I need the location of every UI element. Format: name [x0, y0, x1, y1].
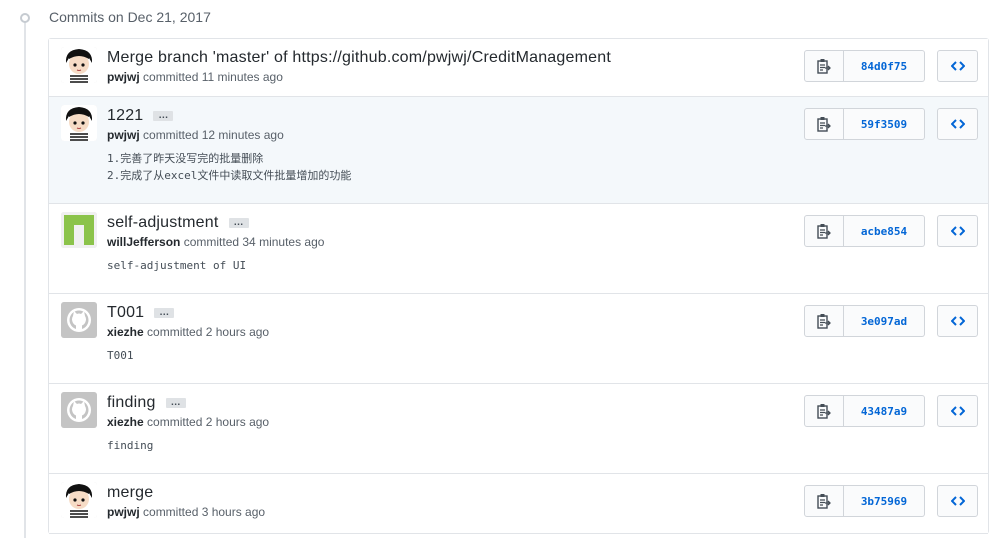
clipboard-icon [817, 223, 831, 239]
sha-link[interactable]: 84d0f75 [844, 50, 925, 82]
expand-description-button[interactable]: … [154, 308, 175, 318]
commit-info: finding … xiezhe committed 2 hours ago find… [107, 394, 788, 454]
commit-list: Merge branch 'master' of https://github.… [48, 38, 989, 534]
clipboard-icon [817, 493, 831, 509]
commit-time: committed 3 hours ago [143, 505, 266, 519]
avatar[interactable] [61, 105, 97, 141]
commit-info: 1221 … pwjwj committed 12 minutes ago 1.完善了… [107, 107, 788, 184]
code-icon [950, 405, 965, 417]
commit-meta: pwjwj committed 12 minutes ago [107, 128, 788, 142]
commit-row: finding … xiezhe committed 2 hours ago find… [49, 384, 988, 474]
commit-message-link[interactable]: 1221 [107, 107, 143, 125]
clipboard-icon [817, 313, 831, 329]
commit-description: finding [107, 439, 154, 452]
sha-button-group: 3b75969 [804, 485, 925, 517]
sha-button-group: acbe854 [804, 215, 925, 247]
commit-title-row: T001 … [107, 304, 788, 322]
commit-message-link[interactable]: T001 [107, 304, 144, 322]
copy-sha-button[interactable] [804, 485, 844, 517]
commit-description: self-adjustment of UI [107, 259, 247, 272]
commit-time: committed 2 hours ago [147, 325, 270, 339]
commit-info: merge pwjwj committed 3 hours ago [107, 484, 788, 519]
commit-time: committed 12 minutes ago [143, 128, 284, 142]
commit-meta: pwjwj committed 11 minutes ago [107, 70, 788, 84]
commit-title-row: self-adjustment … [107, 214, 788, 232]
sha-link[interactable]: 43487a9 [844, 395, 925, 427]
commit-group-icon [17, 12, 33, 24]
browse-repo-button[interactable] [937, 395, 978, 427]
avatar[interactable] [61, 392, 97, 428]
commit-row: T001… xiezhe committed 2 hours ago T001 3e0… [49, 294, 988, 384]
sha-link[interactable]: 3b75969 [844, 485, 925, 517]
commit-meta: xiezhe committed 2 hours ago [107, 325, 788, 339]
sha-button-group: 59f3509 [804, 108, 925, 140]
browse-repo-button[interactable] [937, 50, 978, 82]
copy-sha-button[interactable] [804, 108, 844, 140]
avatar[interactable] [61, 482, 97, 518]
code-icon [950, 495, 965, 507]
browse-repo-button[interactable] [937, 215, 978, 247]
code-icon [950, 60, 965, 72]
commit-title-row: Merge branch 'master' of https://github.… [107, 49, 788, 67]
avatar[interactable] [61, 47, 97, 83]
commit-title-row: finding … [107, 394, 788, 412]
copy-sha-button[interactable] [804, 50, 844, 82]
sha-button-group: 43487a9 [804, 395, 925, 427]
sha-button-group: 84d0f75 [804, 50, 925, 82]
clipboard-icon [817, 58, 831, 74]
commit-group-title: Commits on Dec 21, 2017 [49, 9, 211, 25]
author-link[interactable]: pwjwj [107, 505, 140, 519]
browse-repo-button[interactable] [937, 305, 978, 337]
commit-message-link[interactable]: Merge branch 'master' of https://github.… [107, 49, 611, 67]
commit-time: committed 11 minutes ago [143, 70, 283, 84]
expand-description-button[interactable]: … [228, 218, 249, 228]
clipboard-icon [817, 403, 831, 419]
sha-link[interactable]: 3e097ad [844, 305, 925, 337]
avatar[interactable] [61, 302, 97, 338]
commit-meta: willJefferson committed 34 minutes ago [107, 235, 788, 249]
author-link[interactable]: xiezhe [107, 325, 144, 339]
author-link[interactable]: pwjwj [107, 128, 140, 142]
commit-row: 1221 … pwjwj committed 12 minutes ago 1.完善了… [49, 97, 988, 204]
commit-row: Merge branch 'master' of https://github.… [49, 39, 988, 97]
commit-info: self-adjustment … willJefferson committed … [107, 214, 788, 274]
code-icon [950, 225, 965, 237]
commit-meta: pwjwj committed 3 hours ago [107, 505, 788, 519]
commit-info: T001… xiezhe committed 2 hours ago T001 [107, 304, 788, 364]
commit-description: 1.完善了昨天没写完的批量删除 2.完成了从excel文件中读取文件批量增加的功… [107, 152, 352, 182]
commit-message-link[interactable]: self-adjustment [107, 214, 219, 232]
timeline-line [24, 18, 26, 538]
avatar[interactable] [61, 212, 97, 248]
expand-description-button[interactable]: … [153, 111, 174, 121]
commit-time: committed 34 minutes ago [183, 235, 325, 249]
sha-link[interactable]: acbe854 [844, 215, 925, 247]
code-icon [950, 118, 965, 130]
commit-time: committed 2 hours ago [147, 415, 270, 429]
commit-title-row: 1221 … [107, 107, 788, 125]
commit-row: self-adjustment … willJefferson committed … [49, 204, 988, 294]
commit-description: T001 [107, 349, 134, 362]
commit-message-link[interactable]: finding [107, 394, 156, 412]
copy-sha-button[interactable] [804, 395, 844, 427]
author-link[interactable]: willJefferson [107, 235, 180, 249]
commit-info: Merge branch 'master' of https://github.… [107, 49, 788, 84]
commit-row: merge pwjwj committed 3 hours ago 3b75969 [49, 474, 988, 534]
commit-message-link[interactable]: merge [107, 484, 153, 502]
author-link[interactable]: pwjwj [107, 70, 140, 84]
expand-description-button[interactable]: … [165, 398, 186, 408]
copy-sha-button[interactable] [804, 305, 844, 337]
browse-repo-button[interactable] [937, 485, 978, 517]
commit-title-row: merge [107, 484, 788, 502]
clipboard-icon [817, 116, 831, 132]
sha-button-group: 3e097ad [804, 305, 925, 337]
sha-link[interactable]: 59f3509 [844, 108, 925, 140]
author-link[interactable]: xiezhe [107, 415, 144, 429]
code-icon [950, 315, 965, 327]
commit-meta: xiezhe committed 2 hours ago [107, 415, 788, 429]
copy-sha-button[interactable] [804, 215, 844, 247]
browse-repo-button[interactable] [937, 108, 978, 140]
